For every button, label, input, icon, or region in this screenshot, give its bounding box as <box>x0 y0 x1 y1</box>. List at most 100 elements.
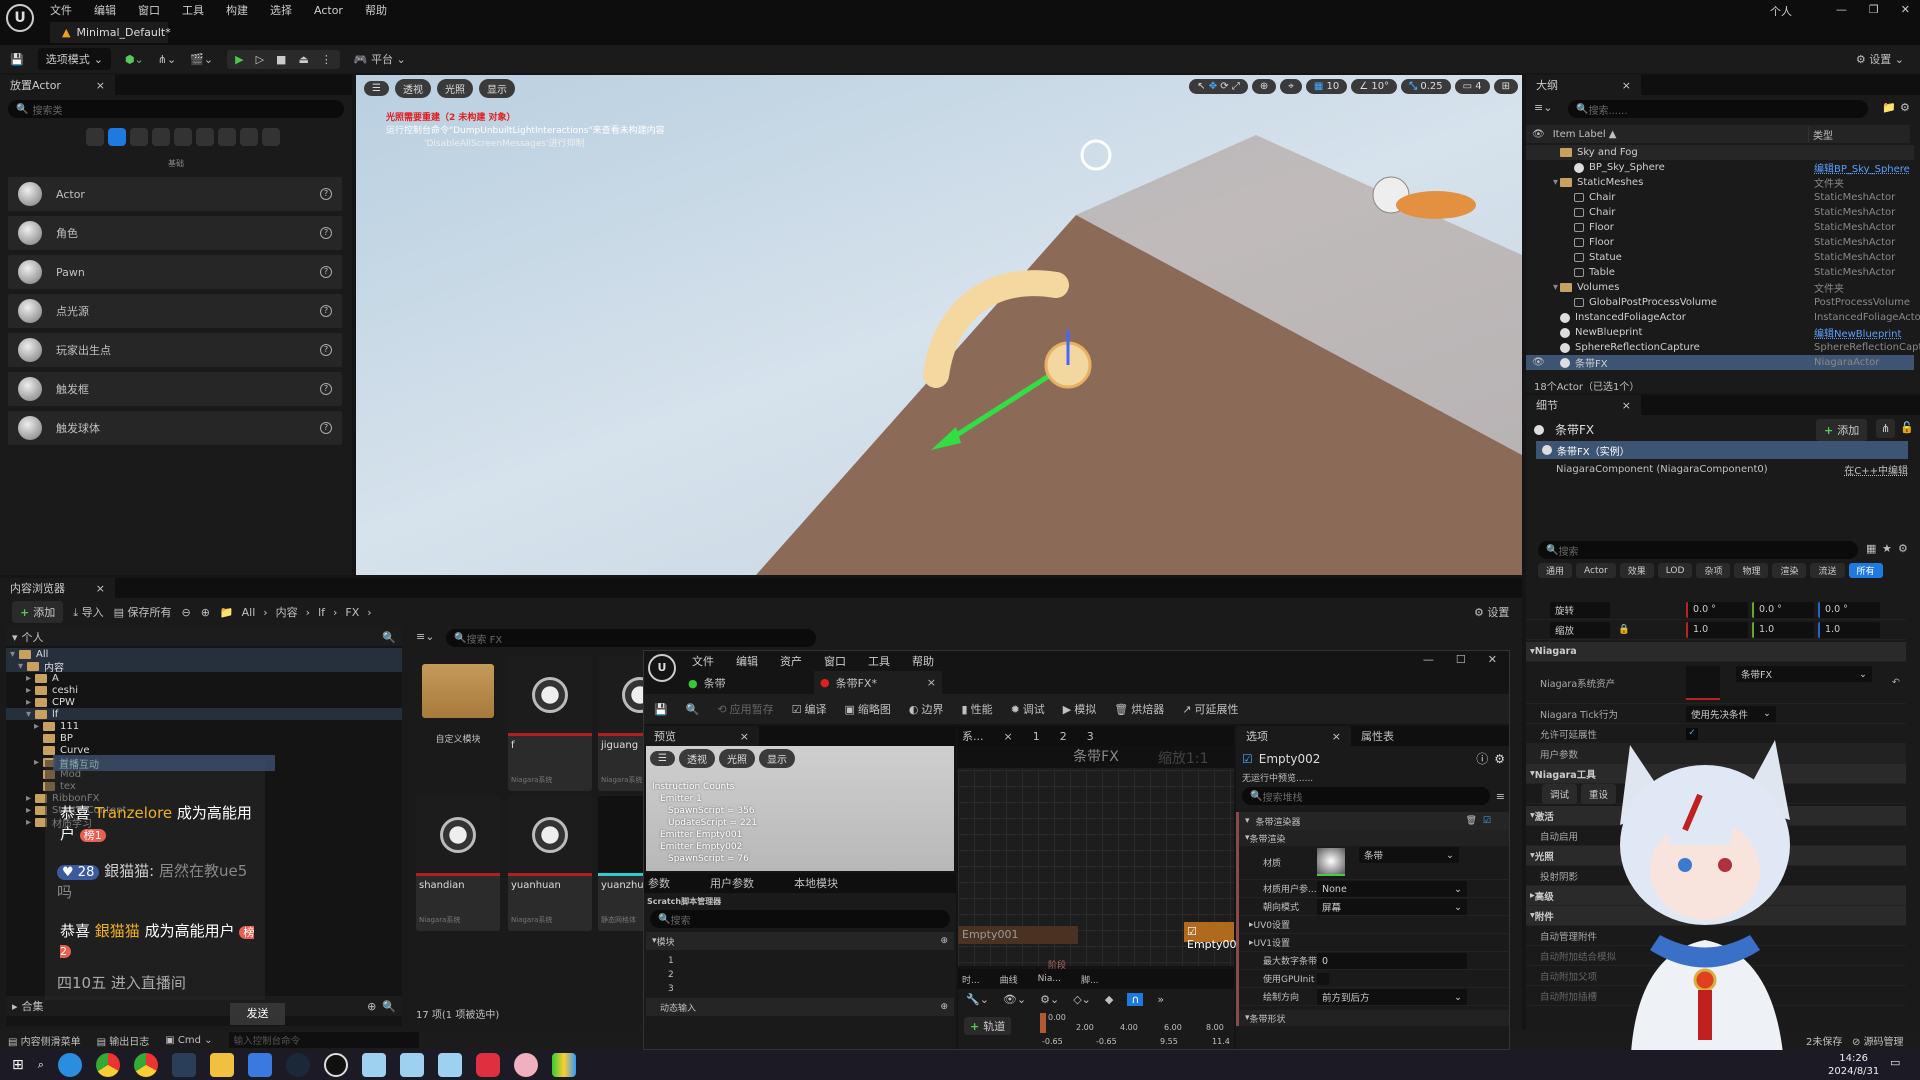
outliner-row[interactable]: Sky and Fog <box>1526 145 1914 160</box>
eye-icon[interactable]: 👁⌄ <box>1003 993 1026 1006</box>
rotation-x[interactable]: 0.0 ° <box>1686 601 1748 618</box>
performance-button[interactable]: ▮ 性能 <box>962 701 993 717</box>
help-icon[interactable]: ? <box>320 344 332 356</box>
menu-item[interactable]: 工具 <box>182 2 204 18</box>
breadcrumb-item[interactable]: lf <box>318 606 325 619</box>
outliner-row[interactable]: Chair StaticMeshActor <box>1526 190 1914 205</box>
avatar-app-icon[interactable] <box>399 1053 424 1077</box>
tab-options[interactable]: 选项 × <box>1236 726 1351 746</box>
folder-tree-item[interactable]: ▾ 内容 <box>6 660 402 674</box>
system-asset-dropdown[interactable]: 条带FX ⌄ <box>1736 666 1872 682</box>
cinematic-icon[interactable] <box>174 128 192 146</box>
content-drawer-button[interactable]: ▤ 内容侧滑菜单 <box>8 1033 81 1048</box>
eject-icon[interactable]: ⏏ <box>298 53 308 66</box>
key-icon[interactable]: ◆ <box>1105 993 1113 1006</box>
niagara-menu-item[interactable]: 资产 <box>780 653 802 669</box>
filter-tab[interactable]: 所有 <box>1848 563 1883 578</box>
camera-speed[interactable]: ▭ 4 <box>1454 79 1490 94</box>
system-thumbnail[interactable] <box>1686 665 1720 700</box>
lock-icon[interactable]: 🔒 <box>1618 624 1630 635</box>
lit-button[interactable]: 光照 <box>718 749 755 768</box>
browser-icon[interactable] <box>57 1053 82 1077</box>
blueprint-button[interactable]: ⋔ <box>1876 419 1896 438</box>
details-tab[interactable]: 细节 × <box>1526 395 1641 415</box>
niagara-component[interactable]: NiagaraComponent (NiagaraComponent0) 在C++… <box>1556 461 1908 477</box>
chat-send-button[interactable]: 发送 <box>230 1003 285 1025</box>
property-value[interactable]: 屏幕 ⌄ <box>1317 899 1467 915</box>
niagara-menu-item[interactable]: 工具 <box>868 653 890 669</box>
tab-local-modules[interactable]: 本地模块 <box>794 875 838 891</box>
scale-snap[interactable]: ⤡ 0.25 <box>1401 79 1451 94</box>
dynamic-inputs-section[interactable]: 动态输入 <box>660 1001 696 1014</box>
forward-icon[interactable]: ⊕ <box>201 606 210 619</box>
rotation-dropdown[interactable]: 旋转 <box>1550 601 1610 618</box>
add-folder-icon[interactable]: 📁 <box>1882 101 1896 114</box>
property-value[interactable]: 0 <box>1317 953 1467 969</box>
tab-ribbon[interactable]: 条带 <box>704 675 726 691</box>
folder-tree-item[interactable]: ▸ A <box>6 672 402 684</box>
module-item[interactable]: 3 <box>668 982 956 996</box>
folder-tree-item[interactable]: BP <box>6 732 402 744</box>
tab-user-parameters[interactable]: 用户参数 <box>710 875 754 891</box>
outliner-row[interactable]: InstancedFoliageActor InstancedFoliageAct… <box>1526 310 1920 325</box>
file-explorer-icon[interactable] <box>209 1053 234 1077</box>
module-item[interactable]: 1 <box>668 954 956 968</box>
folder-tree-item[interactable]: ▾ All <box>6 648 402 660</box>
unreal-taskbar-icon[interactable] <box>323 1053 348 1077</box>
actor-item[interactable]: 触发球体? <box>8 411 342 445</box>
world-space-icon[interactable]: ⊕ <box>1251 79 1277 94</box>
close-icon[interactable]: × <box>1622 79 1631 92</box>
geometry-icon[interactable] <box>218 128 236 146</box>
actor-item[interactable]: 角色? <box>8 216 342 250</box>
close-icon[interactable]: × <box>96 582 105 595</box>
output-log-button[interactable]: ▤ 输出日志 <box>97 1033 150 1048</box>
playhead[interactable] <box>1040 1013 1046 1033</box>
menu-item[interactable]: 窗口 <box>138 2 160 18</box>
feishu-icon[interactable] <box>247 1053 272 1077</box>
folder-tree-item[interactable]: ▸ 111 <box>6 720 402 732</box>
snap-magnet-icon[interactable]: ∩ <box>1127 993 1144 1006</box>
gpu-init-checkbox[interactable] <box>1317 972 1329 985</box>
tab-timeline[interactable]: 时... <box>962 973 980 986</box>
stop-icon[interactable]: ■ <box>276 53 286 66</box>
add-collection-icon[interactable]: ⊕ <box>367 1000 376 1013</box>
mode-dropdown[interactable]: 选项模式 ⌄ <box>37 48 111 70</box>
menu-item[interactable]: Actor <box>314 4 343 17</box>
outliner-search-input[interactable]: 🔍 搜索...... <box>1568 100 1868 118</box>
reset-icon[interactable]: ↶ <box>1892 677 1900 688</box>
outliner-row[interactable]: Floor StaticMeshActor <box>1526 220 1914 235</box>
outliner-row[interactable]: GlobalPostProcessVolume PostProcessVolume <box>1526 295 1914 310</box>
filter-tab[interactable]: 流送 <box>1810 563 1845 578</box>
rotation-y[interactable]: 0.0 ° <box>1752 601 1814 618</box>
help-icon[interactable]: ? <box>320 422 332 434</box>
apply-button[interactable]: ⟲ 应用暂存 <box>717 701 773 717</box>
lock-icon[interactable]: 🔓 <box>1900 421 1914 434</box>
browse-icon[interactable]: 🔍 <box>686 703 700 716</box>
tab-niagara-log[interactable]: Nia... <box>1038 974 1061 984</box>
tick-behavior-dropdown[interactable]: 使用先决条件 ⌄ <box>1686 705 1776 722</box>
outliner-row[interactable]: NewBlueprint 编辑NewBlueprint <box>1526 325 1914 340</box>
cinematics-icon[interactable]: 🎬⌄ <box>190 53 213 66</box>
rotation-snap[interactable]: ∠ 10° <box>1351 79 1398 94</box>
outliner-row[interactable]: Floor StaticMeshActor <box>1526 235 1914 250</box>
back-icon[interactable]: ⊖ <box>181 606 190 619</box>
preview-menu-button[interactable]: ☰ <box>650 751 675 766</box>
play-icon[interactable]: ▶ <box>235 53 243 66</box>
maximize-button[interactable]: ☐ <box>1456 653 1466 666</box>
property-value[interactable]: 条带 ⌄ <box>1359 847 1459 863</box>
actor-item[interactable]: Pawn? <box>8 255 342 289</box>
tab-attribute-spreadsheet[interactable]: 属性表 <box>1361 728 1394 744</box>
add-track-button[interactable]: + 轨道 <box>964 1017 1012 1035</box>
save-all-button[interactable]: ▤ 保存所有 <box>114 604 172 620</box>
emitter-node-empty002[interactable]: ☑ Empty002 <box>1184 922 1243 951</box>
save-icon[interactable]: 💾 <box>10 53 24 66</box>
filter-icon[interactable]: ≡ <box>1496 790 1505 803</box>
blueprint-icon[interactable]: ⋔⌄ <box>158 53 176 66</box>
grid-snap[interactable]: ▦ 10 <box>1305 79 1348 94</box>
search-icon[interactable]: 🔍 <box>382 1000 396 1013</box>
media-player-icon[interactable] <box>551 1053 576 1077</box>
table-view-icon[interactable]: ▦ <box>1866 542 1876 555</box>
import-button[interactable]: ⤓ 导入 <box>73 604 103 620</box>
save-icon[interactable]: 💾 <box>654 703 668 716</box>
place-actor-tab[interactable]: 放置Actor × <box>0 75 115 95</box>
